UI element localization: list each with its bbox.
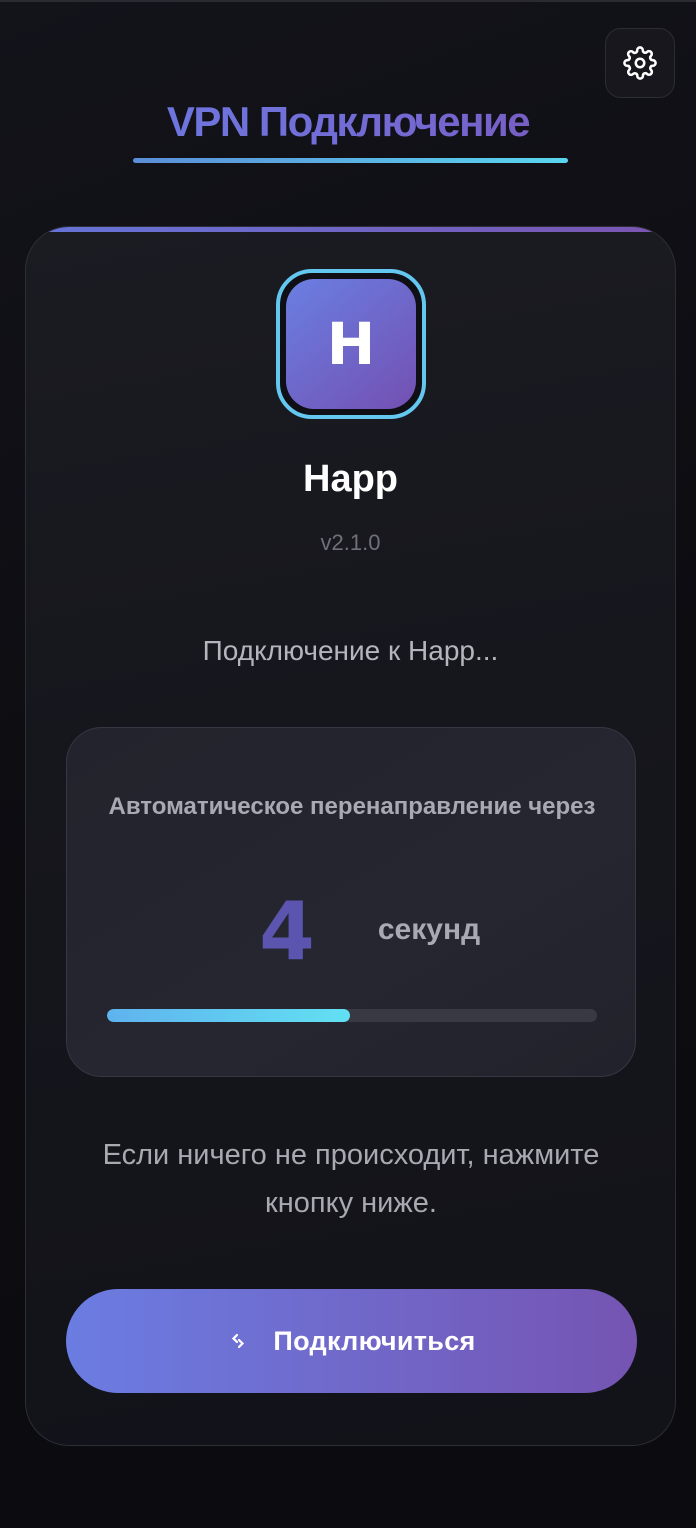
redirect-panel: Автоматическое перенаправление через 4 с… (66, 727, 636, 1077)
redirect-label: Автоматическое перенаправление через (108, 793, 596, 820)
progress-bar (107, 1009, 597, 1022)
title-underline (133, 158, 568, 163)
countdown-unit: секунд (377, 913, 481, 946)
page-title: VPN Подключение (0, 96, 696, 148)
hint-text: Если ничего не происходит, нажмите кнопк… (102, 1139, 600, 1219)
countdown-number: 4 (259, 885, 315, 978)
link-icon (227, 1330, 249, 1352)
top-divider (0, 0, 696, 2)
progress-fill (107, 1009, 350, 1022)
card-accent-bar (26, 227, 675, 232)
connect-button-label: Подключиться (273, 1325, 476, 1356)
connect-button[interactable]: Подключиться (66, 1289, 637, 1393)
settings-button[interactable] (605, 28, 675, 98)
app-version: v2.1.0 (320, 530, 381, 555)
gear-icon (623, 46, 657, 80)
app-logo-letter: H (286, 279, 416, 409)
status-text: Подключение к Happ... (202, 635, 499, 666)
app-logo: H (276, 269, 426, 419)
app-name: Happ (303, 458, 398, 500)
connection-card: H Happ v2.1.0 Подключение к Happ... Авто… (25, 226, 676, 1446)
page: VPN Подключение H Happ v2.1.0 Подключени… (0, 0, 696, 1528)
